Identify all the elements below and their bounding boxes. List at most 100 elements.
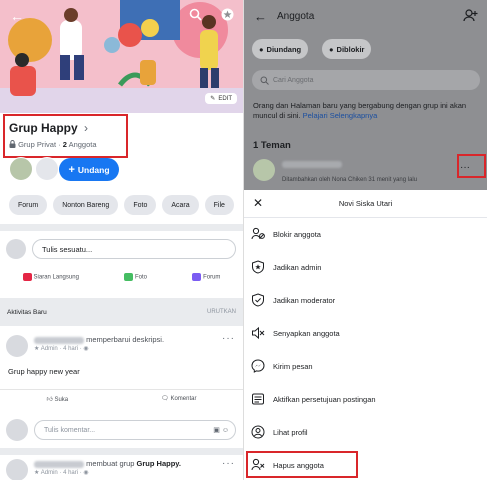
blurred-username[interactable] <box>34 460 84 468</box>
tab-photos[interactable]: Foto <box>124 195 157 215</box>
menu-item-post-approval[interactable]: Aktifkan persetujuan postingan <box>251 389 479 409</box>
avatar[interactable] <box>9 157 33 181</box>
menu-item-label: Jadikan moderator <box>273 295 336 305</box>
back-arrow-icon[interactable]: ← <box>10 9 24 23</box>
forum-button[interactable]: Forum <box>192 273 220 281</box>
profile-icon <box>251 425 265 439</box>
post-approval-icon <box>252 393 264 405</box>
blurred-username[interactable] <box>34 336 84 344</box>
like-button[interactable]: 👍︎ Suka <box>47 395 69 403</box>
learn-more-link[interactable]: Pelajari Selengkapnya <box>303 111 378 120</box>
menu-item-remove-member[interactable]: Hapus anggota <box>251 455 479 475</box>
comment-input[interactable]: Tulis komentar... ▣ ☺ <box>34 420 236 440</box>
composer-input[interactable]: Tulis sesuatu... <box>32 239 236 259</box>
search-placeholder: Cari Anggota <box>273 76 314 84</box>
group-icon: ◉ <box>83 346 89 352</box>
menu-item-block-member[interactable]: Blokir anggota <box>251 224 479 244</box>
sort-button[interactable]: URUTKAN <box>207 309 236 315</box>
group-subtitle: Grup Privat · 2 Anggota <box>9 140 97 149</box>
tab-forum[interactable]: Forum <box>9 195 48 215</box>
menu-item-label: Lihat profil <box>273 427 308 437</box>
post-group-name[interactable]: Grup Happy. <box>137 459 181 468</box>
tab-events[interactable]: Acara <box>162 195 199 215</box>
menu-item-make-admin[interactable]: Jadikan admin <box>251 257 479 277</box>
member-count: 2 <box>62 140 67 149</box>
member-row[interactable]: Ditambahkan oleh Nona Chiken 31 menit ya… <box>253 156 417 183</box>
invited-filter-button[interactable]: ● Diundang <box>252 39 309 59</box>
tab-files[interactable]: File <box>204 195 234 215</box>
block-user-icon <box>251 227 265 240</box>
live-video-label: Siaran Langsung <box>33 274 79 281</box>
sheet-header: ✕ Novi Siska Utari <box>244 190 487 218</box>
menu-item-make-moderator[interactable]: Jadikan moderator <box>251 290 479 310</box>
post-meta: Admin · 4 hari · <box>40 470 82 476</box>
menu-item-view-profile[interactable]: Lihat profil <box>251 422 479 442</box>
menu-item-label: Blokir anggota <box>273 229 321 239</box>
feed-item: membuat grup Grup Happy. ★ Admin · 4 har… <box>6 459 236 480</box>
back-arrow-icon[interactable]: ← <box>254 9 267 24</box>
photo-button[interactable]: Foto <box>123 273 147 281</box>
blocked-filter-button[interactable]: ● Diblokir <box>322 39 372 59</box>
group-icon: ◉ <box>83 470 89 476</box>
member-more-options-icon[interactable]: ··· <box>460 162 470 173</box>
comment-icon: 🗨︎ <box>161 396 169 402</box>
menu-item-label: Kirim pesan <box>273 361 313 371</box>
tab-watch-party[interactable]: Nonton Bareng <box>53 195 119 215</box>
like-label: Suka <box>54 397 69 403</box>
edit-cover-label: EDIT <box>218 95 232 102</box>
mute-speaker-icon <box>252 326 265 340</box>
live-video-button[interactable]: Siaran Langsung <box>22 273 79 281</box>
comment-row: Tulis komentar... ▣ ☺ <box>6 419 236 441</box>
activity-title: Aktivitas Baru <box>7 308 47 316</box>
person-icon: ● <box>329 44 334 54</box>
feed-item: memperbarui deskripsi. ★ Admin · 4 hari … <box>6 335 236 357</box>
post-action: memperbarui deskripsi. <box>86 335 165 344</box>
avatar[interactable] <box>35 157 59 181</box>
live-icon <box>22 273 32 281</box>
person-icon: ● <box>259 44 264 54</box>
close-icon[interactable]: ✕ <box>253 196 263 210</box>
composer-actions: Siaran Langsung Foto Forum <box>0 273 243 281</box>
member-count-label: Anggota <box>68 140 97 149</box>
menu-item-mute-member[interactable]: Senyapkan anggota <box>251 323 479 343</box>
remove-user-icon <box>251 458 265 471</box>
group-name: Grup Happy <box>9 121 78 135</box>
friends-section-title: 1 Teman <box>253 140 291 151</box>
blurred-member-name[interactable] <box>282 161 342 169</box>
thumbs-up-icon: 👍︎ <box>46 397 53 403</box>
group-cover-photo: ← ✎ EDIT <box>0 0 243 113</box>
more-options-icon[interactable]: ··· <box>222 458 235 469</box>
menu-item-label: Jadikan admin <box>273 262 322 272</box>
menu-item-label: Aktifkan persetujuan postingan <box>273 394 376 404</box>
members-backdrop: ← Anggota ● Diundang ● Diblokir Cari Ang… <box>244 0 487 190</box>
activity-header: Aktivitas Baru URUTKAN <box>0 298 243 326</box>
avatar[interactable] <box>6 459 28 480</box>
add-member-icon[interactable] <box>463 9 478 27</box>
menu-item-label: Senyapkan anggota <box>273 328 340 338</box>
edit-cover-button[interactable]: ✎ EDIT <box>205 93 237 104</box>
group-page: ← ✎ EDIT Grup Happy › Grup Privat · 2 An… <box>0 0 243 480</box>
forum-label: Forum <box>203 274 221 281</box>
invite-label: Undang <box>77 164 110 175</box>
post-meta: Admin · 4 hari · <box>40 346 82 352</box>
menu-item-send-message[interactable]: Kirim pesan <box>251 356 479 376</box>
more-options-icon[interactable]: ··· <box>222 333 235 344</box>
separator-dot: · <box>58 140 61 149</box>
blocked-label: Diblokir <box>336 44 365 54</box>
camera-icon[interactable]: ▣ ☺ <box>213 426 229 434</box>
member-search-input[interactable]: Cari Anggota <box>252 70 480 90</box>
group-title[interactable]: Grup Happy › <box>9 121 88 135</box>
photo-icon <box>123 273 133 281</box>
star-icon: ★ <box>34 346 40 352</box>
shield-check-icon <box>252 293 264 307</box>
avatar[interactable] <box>253 158 275 181</box>
invite-button[interactable]: + Undang <box>59 158 119 181</box>
avatar[interactable] <box>6 335 28 357</box>
pencil-icon: ✎ <box>210 96 216 102</box>
member-avatars[interactable] <box>9 157 59 181</box>
comment-button[interactable]: 🗨︎ Komentar <box>161 395 196 403</box>
group-tabs: Forum Nonton Bareng Foto Acara File <box>9 195 234 215</box>
composer: Tulis sesuatu... <box>6 238 236 260</box>
members-page: ← Anggota ● Diundang ● Diblokir Cari Ang… <box>244 0 487 480</box>
invited-label: Diundang <box>266 44 302 54</box>
